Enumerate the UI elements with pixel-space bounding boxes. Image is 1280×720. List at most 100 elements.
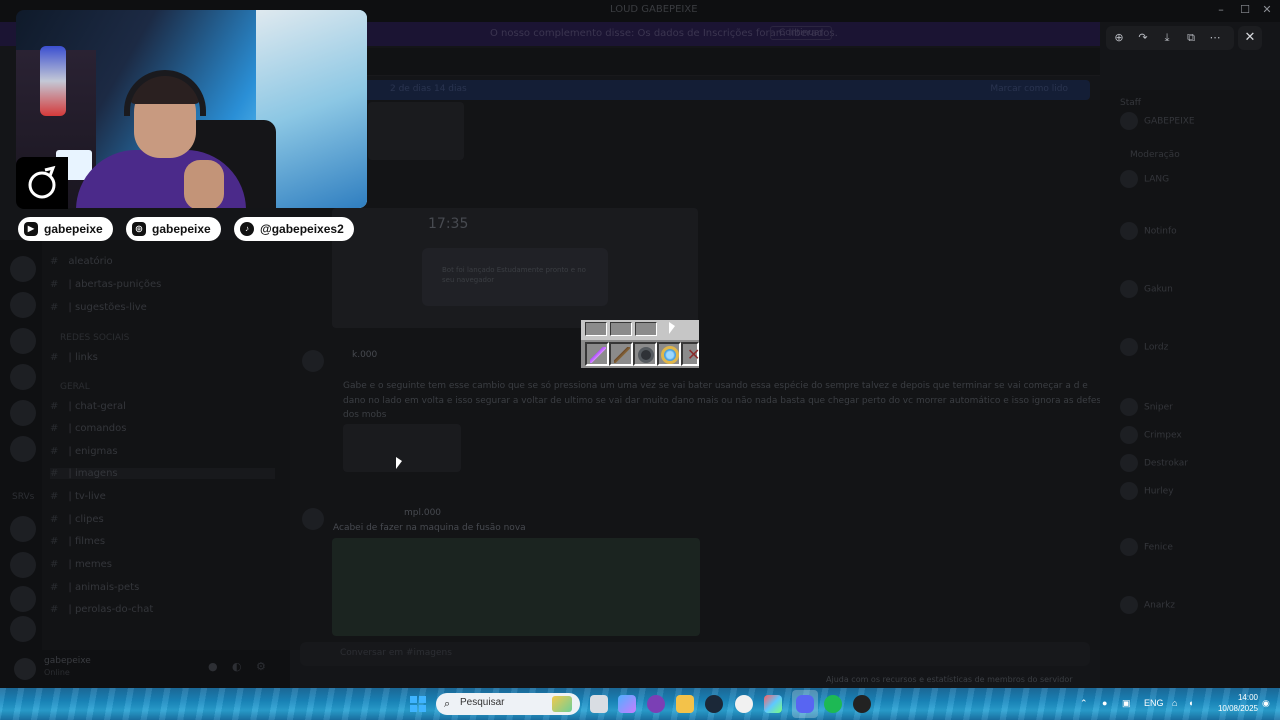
mark-as-read-link[interactable]: Marcar como lido [990, 84, 1068, 94]
message-author[interactable]: mpl.000 [404, 508, 441, 518]
member-item[interactable]: Hurley [1120, 482, 1174, 500]
notification-icon[interactable]: ◉ [1262, 698, 1270, 709]
download-icon[interactable]: ⤓ [1158, 29, 1176, 47]
channel-item[interactable]: # | abertas-punições [50, 279, 161, 290]
member-item[interactable]: Notinfo [1120, 222, 1177, 240]
channel-item[interactable]: # | clipes [50, 514, 104, 525]
spotify-icon[interactable] [824, 695, 842, 713]
hotbar-thumbnail[interactable] [343, 424, 461, 472]
channel-item[interactable]: # | sugestões-live [50, 302, 147, 313]
hotbar-slot [585, 342, 609, 366]
avatar[interactable] [302, 350, 324, 372]
attached-game-screenshot[interactable] [332, 538, 700, 636]
window-close-button[interactable]: ✕ [1258, 2, 1276, 18]
member-item[interactable]: Gakun [1120, 280, 1173, 298]
channel-item[interactable]: # | perolas-do-chat [50, 604, 153, 615]
server-icon[interactable] [10, 364, 36, 390]
colorful-app-icon[interactable] [764, 695, 782, 713]
mic-icon[interactable]: ● [208, 660, 218, 673]
network-icon[interactable]: ⌂ [1172, 698, 1177, 708]
channel-item-selected[interactable]: # | imagens [50, 468, 275, 479]
close-icon[interactable]: ✕ [1238, 26, 1262, 50]
server-list: SRVs [0, 240, 42, 670]
channel-category[interactable]: GERAL [60, 382, 90, 392]
channel-item[interactable]: # | chat-geral [50, 401, 126, 412]
channel-item[interactable]: # | comandos [50, 423, 126, 434]
zoom-icon[interactable]: ⊕ [1110, 29, 1128, 47]
channel-category[interactable]: REDES SOCIAIS [60, 333, 129, 343]
channel-item[interactable]: # | animais-pets [50, 582, 139, 593]
banner-continue-button[interactable]: Continuar [770, 26, 833, 40]
channel-item[interactable]: # | enigmas [50, 446, 118, 457]
share-icon[interactable]: ↷ [1134, 29, 1152, 47]
server-icon[interactable] [10, 436, 36, 462]
message-text: Gabe e o seguinte tem esse cambio que se… [343, 381, 1088, 391]
social-youtube: ▶ gabepeixe [18, 217, 113, 241]
member-item[interactable]: GABEPEIXE [1120, 112, 1195, 130]
server-icon[interactable] [10, 400, 36, 426]
composer-placeholder: Conversar em #imagens [340, 648, 452, 658]
obs-icon[interactable] [853, 695, 871, 713]
channel-item[interactable]: # | links [50, 352, 98, 363]
taskbar-search-input[interactable]: ⌕ Pesquisar [436, 693, 580, 715]
attached-screenshot[interactable]: 17:35 Bot foi lançado Estudamente pronto… [332, 208, 698, 328]
member-item[interactable]: Sniper [1120, 398, 1173, 416]
windows-start-icon[interactable] [410, 696, 426, 712]
server-icon[interactable] [10, 292, 36, 318]
stick-icon [614, 347, 630, 363]
member-item[interactable]: Lordz [1120, 338, 1168, 356]
tray-chevron-icon[interactable]: ⌃ [1080, 698, 1088, 709]
smiley-app-icon[interactable] [735, 695, 753, 713]
volume-icon[interactable]: ◖ [1188, 698, 1193, 708]
task-view-icon[interactable] [590, 695, 608, 713]
message-composer[interactable]: Conversar em #imagens [300, 642, 1090, 666]
hotbar-slot [609, 342, 633, 366]
message-author[interactable]: k.000 [352, 350, 377, 360]
member-item[interactable]: Anarkz [1120, 596, 1175, 614]
server-icon[interactable] [10, 328, 36, 354]
social-handle: gabepeixe [44, 222, 103, 236]
mouse-cursor-icon [396, 457, 402, 469]
add-server-icon[interactable] [10, 586, 36, 612]
attached-image[interactable] [368, 102, 464, 160]
avatar[interactable] [302, 508, 324, 530]
server-icon[interactable] [10, 256, 36, 282]
headphones-icon[interactable]: ◐ [232, 660, 242, 673]
minimize-button[interactable]: – [1212, 2, 1230, 18]
user-status: Online [44, 668, 70, 677]
channel-item[interactable]: # | memes [50, 559, 112, 570]
maximize-button[interactable]: ☐ [1236, 2, 1254, 18]
mic-tray-icon[interactable]: ● [1102, 698, 1107, 708]
channel-item[interactable]: # aleatório [50, 256, 113, 267]
avatar[interactable] [14, 658, 36, 680]
explore-servers-icon[interactable] [10, 616, 36, 642]
server-icon[interactable] [10, 516, 36, 542]
taskbar-clock[interactable]: 14:00 10/08/2025 [1210, 692, 1258, 714]
channel-item[interactable]: # | filmes [50, 536, 105, 547]
file-explorer-icon[interactable] [676, 695, 694, 713]
copilot-icon[interactable] [618, 695, 636, 713]
channel-item[interactable]: # | tv-live [50, 491, 106, 502]
member-category: Moderação [1130, 150, 1180, 160]
discord-icon[interactable] [796, 695, 814, 713]
member-item[interactable]: Destrokar [1120, 454, 1188, 472]
member-item[interactable]: Crimpex [1120, 426, 1182, 444]
steam-icon[interactable] [705, 695, 723, 713]
more-icon[interactable]: ⋯ [1206, 29, 1224, 47]
open-external-icon[interactable]: ⧉ [1182, 29, 1200, 47]
app-icon[interactable] [647, 695, 665, 713]
social-tiktok: ♪ @gabepeixes2 [234, 217, 354, 241]
new-messages-bar[interactable]: 2 de dias 14 dias Marcar como lido [290, 80, 1090, 100]
gear-icon[interactable]: ⚙ [256, 660, 266, 673]
social-handle: @gabepeixes2 [260, 222, 344, 236]
member-item[interactable]: LANG [1120, 170, 1169, 188]
hotbar-image[interactable]: ✕ [581, 320, 700, 368]
tray-app-icon[interactable]: ▣ [1122, 698, 1131, 709]
social-instagram: ◎ gabepeixe [126, 217, 221, 241]
channel-header [290, 48, 1100, 76]
logo-icon [28, 165, 56, 199]
member-item[interactable]: Fenice [1120, 538, 1173, 556]
language-indicator[interactable]: ENG [1144, 698, 1164, 708]
server-icon[interactable] [10, 552, 36, 578]
server-folder-label: SRVs [12, 492, 35, 502]
